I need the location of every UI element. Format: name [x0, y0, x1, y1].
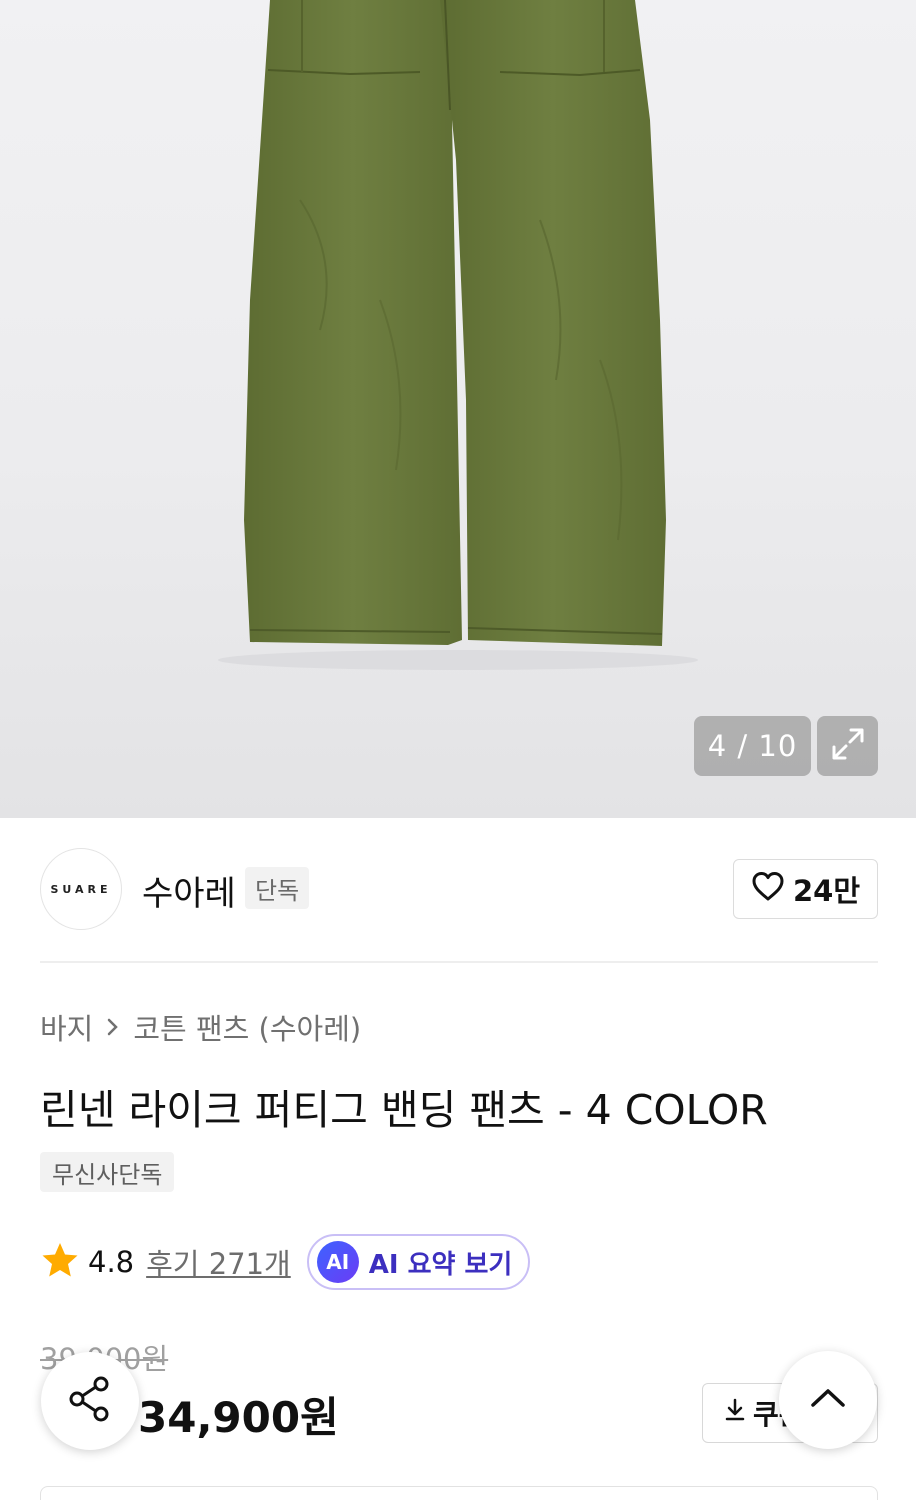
sale-price: 34,900원 — [138, 1393, 339, 1442]
ai-summary-button[interactable]: AI AI 요약 보기 — [306, 1234, 531, 1290]
ai-icon: AI — [316, 1241, 359, 1283]
share-button[interactable] — [41, 1352, 139, 1450]
share-icon — [65, 1374, 115, 1428]
brand-logo-text: SUARE — [50, 882, 112, 896]
rating-row: 4.8 후기 271개 AI AI 요약 보기 — [40, 1234, 531, 1290]
brand-logo[interactable]: SUARE — [40, 848, 122, 930]
download-icon — [723, 1397, 747, 1430]
brand-exclusive-badge: 단독 — [245, 867, 310, 909]
product-title: 린넨 라이크 퍼티그 밴딩 팬츠 - 4 COLOR — [40, 1086, 768, 1134]
chevron-right-icon — [105, 1016, 121, 1038]
star-icon — [40, 1240, 80, 1284]
breadcrumb-category[interactable]: 바지 — [40, 1006, 93, 1048]
like-button[interactable]: 24만 — [733, 859, 878, 919]
image-counter: 4 / 10 — [694, 716, 811, 776]
expand-button[interactable] — [817, 716, 878, 776]
ai-summary-label: AI 요약 보기 — [368, 1249, 513, 1280]
chevron-up-icon — [808, 1383, 848, 1417]
heart-icon — [751, 871, 785, 908]
product-image — [218, 0, 698, 670]
like-count: 24만 — [792, 874, 861, 908]
expand-icon — [828, 724, 868, 768]
rating-value: 4.8 — [88, 1245, 135, 1279]
exclusive-badge: 무신사단독 — [40, 1152, 175, 1192]
brand-name[interactable]: 수아레 — [142, 866, 236, 915]
breadcrumb-subcategory[interactable]: 코튼 팬츠 (수아레) — [133, 1006, 361, 1048]
breadcrumb: 바지 코튼 팬츠 (수아레) — [40, 1006, 361, 1048]
scroll-top-button[interactable] — [779, 1351, 877, 1449]
divider — [40, 961, 878, 963]
review-link[interactable]: 후기 271개 — [146, 1241, 291, 1283]
product-image-gallery[interactable]: 4 / 10 — [0, 0, 916, 818]
next-section-edge — [40, 1486, 878, 1500]
brand-row: SUARE 수아레 단독 24만 — [40, 848, 878, 930]
product-page: 4 / 10 SUARE 수아레 단독 24만 바지 코튼 팬츠 (수아레) 린… — [0, 0, 916, 1500]
